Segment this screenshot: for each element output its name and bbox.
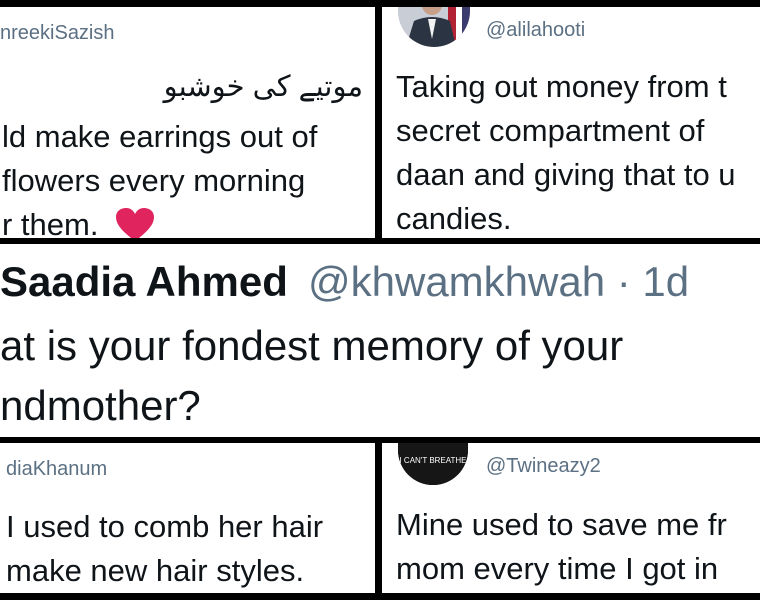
tweet-card-top-left: nreekiSazish موتیے کی خوشبو ld make earr… bbox=[0, 7, 375, 238]
tweet-handle[interactable]: @Twineazy2 bbox=[486, 455, 601, 478]
avatar[interactable]: I CAN'T BREATHE bbox=[398, 443, 468, 485]
tweet-text-line-4: candies. bbox=[396, 201, 512, 236]
tweet-card-top-right: @alilahooti Taking out money from t secr… bbox=[382, 7, 760, 238]
tweet-text-line-2: secret compartment of bbox=[396, 113, 705, 148]
main-tweet-card: Saadia Ahmed @khwamkhwah · 1d at is your… bbox=[0, 244, 760, 437]
avatar[interactable] bbox=[398, 7, 470, 47]
tweet-text-line-2: mom every time I got in bbox=[396, 551, 719, 586]
tweet-card-bottom-left: diaKhanum I used to comb her hair make n… bbox=[0, 443, 375, 593]
author-name[interactable]: Saadia Ahmed bbox=[0, 258, 288, 306]
tweet-handle[interactable]: diaKhanum bbox=[6, 458, 107, 481]
tweet-urdu-line: موتیے کی خوشبو bbox=[163, 71, 363, 103]
avatar-shirt-icon: I CAN'T BREATHE bbox=[398, 443, 468, 485]
tweet-text-line-1: ld make earrings out of bbox=[2, 119, 318, 154]
tweet-text-line-1: Mine used to save me fr bbox=[396, 507, 727, 542]
tweet-handle[interactable]: nreekiSazish bbox=[0, 22, 115, 45]
tweet-text-line-1: at is your fondest memory of your bbox=[0, 322, 624, 369]
tweet-card-bottom-right: I CAN'T BREATHE @Twineazy2 Mine used to … bbox=[382, 443, 760, 593]
tweet-text-line-3: daan and giving that to u bbox=[396, 157, 736, 192]
tweet-text-line-2: flowers every morning bbox=[2, 163, 306, 198]
heart-emoji-icon bbox=[116, 208, 154, 238]
author-handle-and-time[interactable]: @khwamkhwah · 1d bbox=[308, 258, 689, 306]
tweet-text-line-1: Taking out money from t bbox=[396, 69, 727, 104]
avatar-photo-icon bbox=[398, 7, 470, 47]
tweet-text-line-1: I used to comb her hair bbox=[6, 509, 324, 544]
tweet-handle[interactable]: @alilahooti bbox=[486, 19, 585, 42]
tweet-text-line-3: r them. bbox=[2, 207, 99, 238]
tweet-text-line-2: make new hair styles. bbox=[6, 553, 305, 588]
avatar-shirt-text: I CAN'T BREATHE bbox=[399, 456, 466, 465]
tweet-text-line-2: ndmother? bbox=[0, 382, 201, 429]
